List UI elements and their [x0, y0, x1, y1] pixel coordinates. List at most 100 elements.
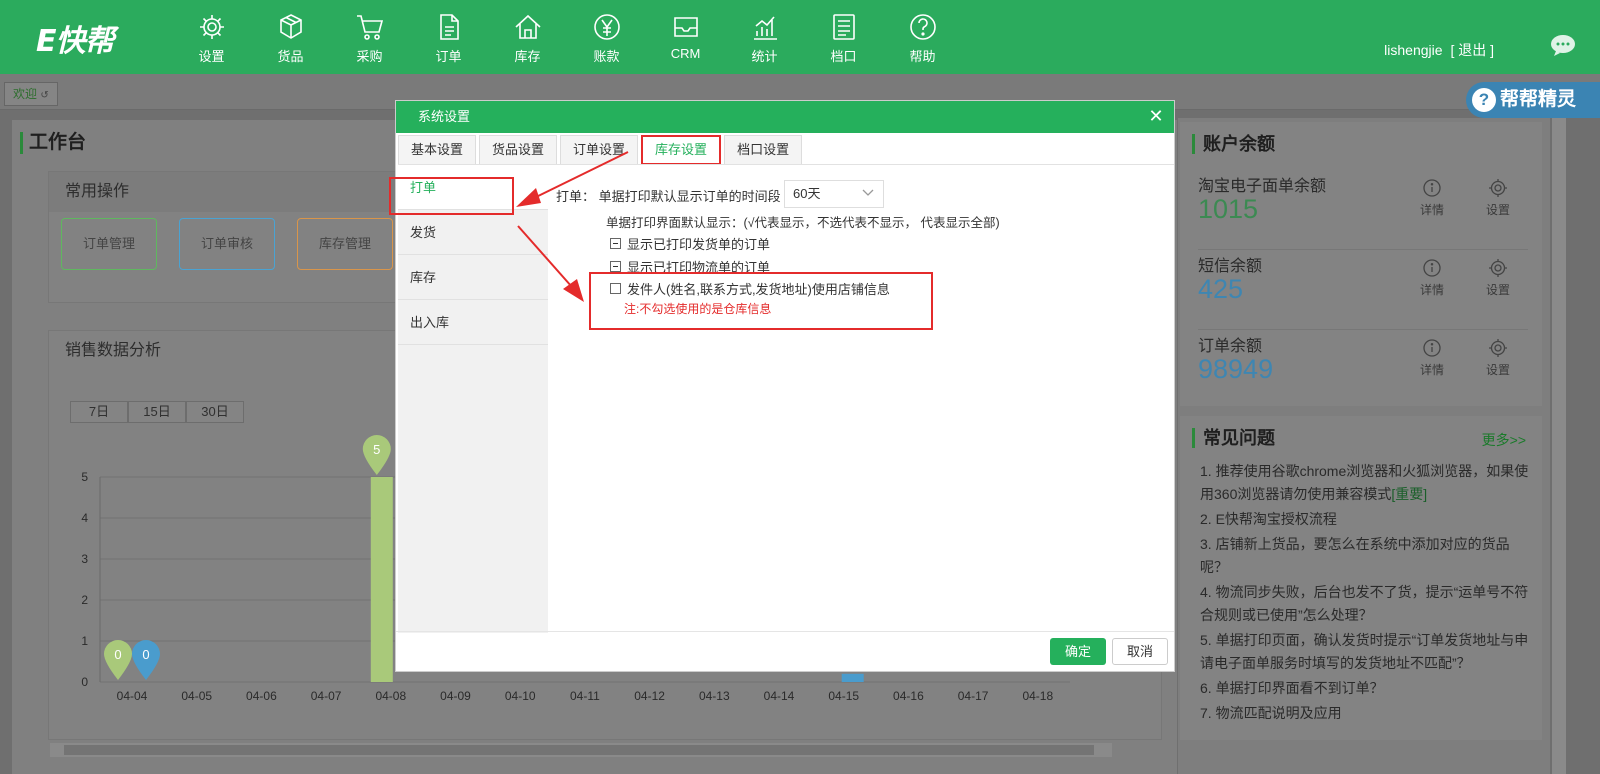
nav-label: 统计 — [751, 49, 778, 64]
faq-item[interactable]: 5. 单据打印页面，确认发货时提示“订单发货地址与申请电子面单服务时填写的发货地… — [1200, 629, 1530, 675]
faq-card: 常见问题 更多>> 1. 推荐使用谷歌chrome浏览器和火狐浏览器，如果使用3… — [1180, 416, 1542, 740]
nav-label: 档口 — [830, 49, 857, 64]
settings-button[interactable]: 设置 — [1478, 258, 1518, 298]
tab-inventory-settings[interactable]: 库存设置 — [641, 135, 722, 165]
marker-label: 0 — [142, 647, 149, 662]
help-assistant-button[interactable]: ? 帮帮精灵 — [1466, 82, 1600, 118]
nav-inventory[interactable]: 库存 — [488, 0, 567, 74]
nav-label: 库存 — [514, 49, 541, 64]
help-icon — [909, 14, 936, 40]
detail-button[interactable]: 详情 — [1412, 338, 1452, 378]
nav-accounts[interactable]: 账款 — [567, 0, 646, 74]
side-item-stock[interactable]: 库存 — [398, 255, 548, 300]
faq-item[interactable]: 2. E快帮淘宝授权流程 — [1200, 508, 1530, 531]
nav-crm[interactable]: CRM — [646, 0, 725, 74]
faq-item[interactable]: 6. 单据打印界面看不到订单？ — [1200, 677, 1530, 700]
period-value: 60天 — [793, 186, 821, 201]
marker-label: 5 — [373, 442, 380, 457]
y-tick-label: 0 — [81, 675, 88, 689]
tab-goods-settings[interactable]: 货品设置 — [479, 135, 558, 165]
x-tick-label: 04-07 — [311, 689, 342, 703]
side-item-in-out[interactable]: 出入库 — [398, 300, 548, 345]
chart-icon — [753, 16, 777, 40]
tab-welcome[interactable]: 欢迎 ↺ — [4, 82, 58, 106]
highlight-box-side-item — [389, 177, 514, 215]
gear-icon — [1489, 259, 1507, 277]
inbox-icon — [673, 17, 698, 37]
settings-button[interactable]: 设置 — [1478, 178, 1518, 218]
balance-row: 订单余额 98949 详情 设置 — [1198, 332, 1528, 410]
checkbox[interactable] — [610, 238, 621, 249]
chevron-down-icon — [862, 189, 874, 196]
brand-logo[interactable]: E快帮 — [36, 16, 114, 60]
tab-basic-settings[interactable]: 基本设置 — [398, 135, 477, 165]
checkbox[interactable] — [610, 261, 621, 272]
order-manage-button[interactable]: 订单管理 — [61, 218, 157, 270]
dialog-body: 打单 发货 库存 出入库 打单： 单据打印默认显示订单的时间段 60天 单据打印… — [398, 164, 1174, 633]
faq-tag[interactable]: [重要] — [1391, 486, 1427, 502]
option-printed-invoice[interactable]: 显示已打印发货单的订单 — [610, 234, 770, 253]
nav-goods[interactable]: 货品 — [251, 0, 330, 74]
option-label: 显示已打印发货单的订单 — [627, 237, 771, 252]
cancel-button[interactable]: 取消 — [1112, 638, 1168, 665]
yen-icon — [593, 14, 620, 40]
x-tick-label: 04-04 — [117, 689, 148, 703]
dialog-header: 系统设置 — [396, 101, 1174, 133]
vertical-scrollbar[interactable] — [1552, 118, 1566, 774]
card-title: 常见问题 — [1192, 428, 1275, 448]
y-tick-label: 3 — [81, 552, 88, 566]
question-icon: ? — [1472, 88, 1496, 112]
x-tick-label: 04-05 — [181, 689, 212, 703]
detail-button[interactable]: 详情 — [1412, 178, 1452, 218]
faq-item[interactable]: 3. 店铺新上货品，要怎么在系统中添加对应的货品呢？ — [1200, 533, 1530, 579]
order-review-button[interactable]: 订单审核 — [179, 218, 275, 270]
scrollbar-thumb[interactable] — [64, 745, 1094, 755]
nav-settings[interactable]: 设置 — [172, 0, 251, 74]
x-tick-label: 04-14 — [764, 689, 795, 703]
faq-item[interactable]: 7. 物流匹配说明及应用 — [1200, 702, 1530, 725]
confirm-button[interactable]: 确定 — [1050, 638, 1106, 665]
nav-statistics[interactable]: 统计 — [725, 0, 804, 74]
x-tick-label: 04-17 — [958, 689, 989, 703]
helper-label: 帮帮精灵 — [1500, 89, 1577, 110]
balance-value: 425 — [1198, 274, 1244, 304]
settings-button[interactable]: 设置 — [1478, 338, 1518, 378]
balance-label: 订单余额 — [1198, 338, 1263, 355]
faq-more-link[interactable]: 更多>> — [1482, 430, 1526, 450]
range-7-days[interactable]: 7日 — [70, 401, 128, 423]
range-15-days[interactable]: 15日 — [128, 401, 186, 423]
document-icon — [439, 14, 459, 40]
home-icon — [514, 14, 541, 39]
x-tick-label: 04-12 — [634, 689, 665, 703]
tab-label: 欢迎 — [13, 87, 38, 101]
x-tick-label: 04-13 — [699, 689, 730, 703]
tab-order-settings[interactable]: 订单设置 — [560, 135, 639, 165]
faq-list: 1. 推荐使用谷歌chrome浏览器和火狐浏览器，如果使用360浏览器请勿使用兼… — [1200, 460, 1530, 727]
horizontal-scrollbar[interactable] — [50, 743, 1112, 757]
nav-help[interactable]: 帮助 — [883, 0, 962, 74]
detail-button[interactable]: 详情 — [1412, 258, 1452, 298]
chat-bubble-icon[interactable] — [1550, 34, 1576, 56]
side-item-ship[interactable]: 发货 — [398, 210, 548, 255]
close-icon[interactable]: ✕ — [1146, 106, 1166, 126]
nav-purchase[interactable]: 采购 — [330, 0, 409, 74]
range-30-days[interactable]: 30日 — [186, 401, 244, 423]
inventory-manage-button[interactable]: 库存管理 — [297, 218, 393, 270]
x-tick-label: 04-11 — [570, 689, 600, 703]
faq-item[interactable]: 1. 推荐使用谷歌chrome浏览器和火狐浏览器，如果使用360浏览器请勿使用兼… — [1200, 460, 1530, 506]
nav-stall[interactable]: 档口 — [804, 0, 883, 74]
nav-orders[interactable]: 订单 — [409, 0, 488, 74]
tab-stall-settings[interactable]: 档口设置 — [724, 135, 803, 165]
logout-link[interactable]: [ 退出 ] — [1450, 42, 1494, 58]
dialog-footer: 确定 取消 — [396, 631, 1174, 671]
nav-label: CRM — [670, 46, 701, 61]
nav-label: 帮助 — [909, 49, 936, 64]
info-icon — [1423, 339, 1441, 357]
box-icon — [279, 14, 302, 39]
info-icon — [1423, 259, 1441, 277]
nav-label: 采购 — [356, 49, 383, 64]
faq-item[interactable]: 4. 物流同步失败，后台也发不了货，提示“运单号不符合规则或已使用”怎么处理？ — [1200, 581, 1530, 627]
range-tabs: 7日 15日 30日 — [70, 401, 244, 423]
refresh-icon[interactable]: ↺ — [40, 90, 48, 101]
period-select[interactable]: 60天 — [784, 180, 884, 208]
